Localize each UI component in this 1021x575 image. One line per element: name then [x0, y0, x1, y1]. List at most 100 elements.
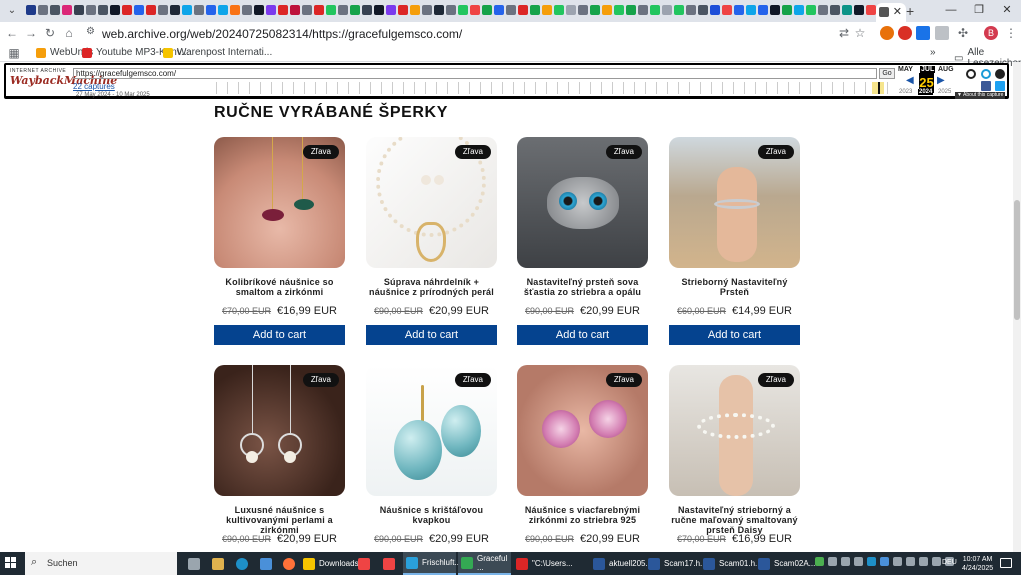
- wayback-url-input[interactable]: https://gracefulgemsco.com/: [73, 68, 877, 79]
- tray-icon[interactable]: [854, 557, 863, 566]
- tab-favicon-icon[interactable]: [50, 5, 60, 15]
- wayback-go-button[interactable]: Go: [879, 68, 895, 79]
- tab-favicon-icon[interactable]: [590, 5, 600, 15]
- tab-favicon-icon[interactable]: [410, 5, 420, 15]
- wayback-month-next[interactable]: AUG: [938, 66, 954, 73]
- tray-icon[interactable]: [828, 557, 837, 566]
- product-name[interactable]: Náušnice s krištáľovou kvapkou: [366, 505, 497, 525]
- tab-favicon-icon[interactable]: [182, 5, 192, 15]
- taskbar-app-button[interactable]: Scam17.h...: [645, 552, 707, 575]
- tab-favicon-icon[interactable]: [242, 5, 252, 15]
- wayback-year-prev[interactable]: 2023: [899, 89, 912, 95]
- tab-favicon-icon[interactable]: [146, 5, 156, 15]
- tray-icon[interactable]: [893, 557, 902, 566]
- tab-favicon-icon[interactable]: [362, 5, 372, 15]
- tab-favicon-icon[interactable]: [506, 5, 516, 15]
- taskbar-app-button[interactable]: [355, 552, 377, 575]
- tab-favicon-icon[interactable]: [662, 5, 672, 15]
- tab-favicon-icon[interactable]: [638, 5, 648, 15]
- tab-favicon-icon[interactable]: [218, 5, 228, 15]
- tab-favicon-icon[interactable]: [350, 5, 360, 15]
- product-image[interactable]: Zľava: [669, 137, 800, 268]
- wayback-next-arrow-icon[interactable]: ▶: [937, 75, 945, 86]
- add-to-cart-button[interactable]: Add to cart: [366, 325, 497, 345]
- tray-icon[interactable]: [906, 557, 915, 566]
- reload-icon[interactable]: ↻: [42, 25, 58, 41]
- wayback-help-icon[interactable]: [981, 69, 991, 79]
- product-name[interactable]: Nastaviteľný strieborný a ručne maľovaný…: [669, 505, 800, 535]
- tab-favicon-icon[interactable]: [854, 5, 864, 15]
- extension-icon[interactable]: [898, 26, 912, 40]
- wayback-prev-arrow-icon[interactable]: ◀: [906, 75, 914, 86]
- tab-favicon-icon[interactable]: [434, 5, 444, 15]
- clock[interactable]: 10:07 AM 4/24/2025: [962, 555, 993, 573]
- tab-favicon-icon[interactable]: [278, 5, 288, 15]
- firefox-icon[interactable]: [280, 552, 295, 575]
- tab-favicon-icon[interactable]: [722, 5, 732, 15]
- edge-icon[interactable]: [233, 552, 248, 575]
- tab-favicon-icon[interactable]: [794, 5, 804, 15]
- bookmark-warenpost[interactable]: Warenpost Internati...: [163, 47, 272, 58]
- tab-favicon-icon[interactable]: [374, 5, 384, 15]
- bookmark-star-icon[interactable]: ☆: [852, 25, 868, 41]
- browser-menu-icon[interactable]: ⋮: [1003, 25, 1019, 41]
- tab-favicon-icon[interactable]: [782, 5, 792, 15]
- restore-icon[interactable]: ❐: [965, 0, 993, 22]
- tab-favicon-icon[interactable]: [746, 5, 756, 15]
- product-card[interactable]: Zľava Nastaviteľný strieborný a ručne maľ…: [669, 365, 800, 552]
- tab-favicon-icon[interactable]: [170, 5, 180, 15]
- wayback-sparkline[interactable]: [216, 82, 896, 96]
- site-info-icon[interactable]: ⚙: [86, 26, 95, 37]
- windows-start-icon[interactable]: [5, 557, 17, 569]
- taskbar-search[interactable]: ⌕ Suchen: [25, 552, 177, 575]
- tab-favicon-icon[interactable]: [686, 5, 696, 15]
- tab-favicon-icon[interactable]: [578, 5, 588, 15]
- tab-favicon-icon[interactable]: [446, 5, 456, 15]
- extension-icon[interactable]: [916, 26, 930, 40]
- tray-icon[interactable]: [815, 557, 824, 566]
- product-name[interactable]: Kolibríkové náušnice so smaltom a zirkón…: [214, 277, 345, 297]
- taskbar-app-button[interactable]: "C:\Users...: [513, 552, 573, 575]
- tab-favicon-icon[interactable]: [122, 5, 132, 15]
- product-card[interactable]: Zľava Strieborný Nastaviteľný Prsteň €60,0…: [669, 137, 800, 345]
- product-card[interactable]: Zľava Náušnice s viacfarebnými zirkónmi z…: [517, 365, 648, 552]
- page-scrollbar[interactable]: [1013, 62, 1021, 552]
- taskbar-app-button[interactable]: [380, 552, 402, 575]
- tab-favicon-icon[interactable]: [530, 5, 540, 15]
- product-image[interactable]: Zľava: [214, 365, 345, 496]
- tab-favicon-icon[interactable]: [866, 5, 876, 15]
- tab-favicon-icon[interactable]: [38, 5, 48, 15]
- product-card[interactable]: Zľava Náušnice s krištáľovou kvapkou €90,0…: [366, 365, 497, 552]
- tab-favicon-icon[interactable]: [554, 5, 564, 15]
- tab-favicon-icon[interactable]: [326, 5, 336, 15]
- tab-search-icon[interactable]: ⌄: [4, 3, 20, 19]
- tab-favicon-icon[interactable]: [206, 5, 216, 15]
- tab-favicon-icon[interactable]: [134, 5, 144, 15]
- tab-favicon-icon[interactable]: [314, 5, 324, 15]
- tab-favicon-icon[interactable]: [806, 5, 816, 15]
- product-image[interactable]: Zľava: [214, 137, 345, 268]
- tab-favicon-icon[interactable]: [758, 5, 768, 15]
- wayback-about-capture[interactable]: ▼ About this capture: [955, 92, 1006, 99]
- product-card[interactable]: Zľava Súprava náhrdelník + náušnice z prí…: [366, 137, 497, 345]
- home-icon[interactable]: ⌂: [61, 25, 77, 41]
- tab-favicon-icon[interactable]: [26, 5, 36, 15]
- twitter-icon[interactable]: [995, 81, 1005, 91]
- extension-icon[interactable]: [935, 26, 949, 40]
- add-to-cart-button[interactable]: Add to cart: [214, 325, 345, 345]
- tab-favicon-icon[interactable]: [482, 5, 492, 15]
- product-card[interactable]: Zľava Nastaviteľný prsteň sova šťastia zo…: [517, 137, 648, 345]
- tab-favicon-icon[interactable]: [518, 5, 528, 15]
- tab-favicon-icon[interactable]: [458, 5, 468, 15]
- taskbar-app-button[interactable]: Graceful ...: [458, 552, 511, 575]
- tab-favicon-icon[interactable]: [86, 5, 96, 15]
- tray-icon[interactable]: [867, 557, 876, 566]
- product-name[interactable]: Súprava náhrdelník + náušnice z prírodný…: [366, 277, 497, 297]
- forward-icon[interactable]: →: [23, 25, 39, 41]
- taskbar-app-button[interactable]: aktuell205...: [590, 552, 652, 575]
- tab-favicon-icon[interactable]: [98, 5, 108, 15]
- profile-avatar[interactable]: B: [984, 26, 998, 40]
- tab-favicon-icon[interactable]: [542, 5, 552, 15]
- tab-favicon-icon[interactable]: [302, 5, 312, 15]
- close-window-icon[interactable]: ✕: [993, 0, 1021, 22]
